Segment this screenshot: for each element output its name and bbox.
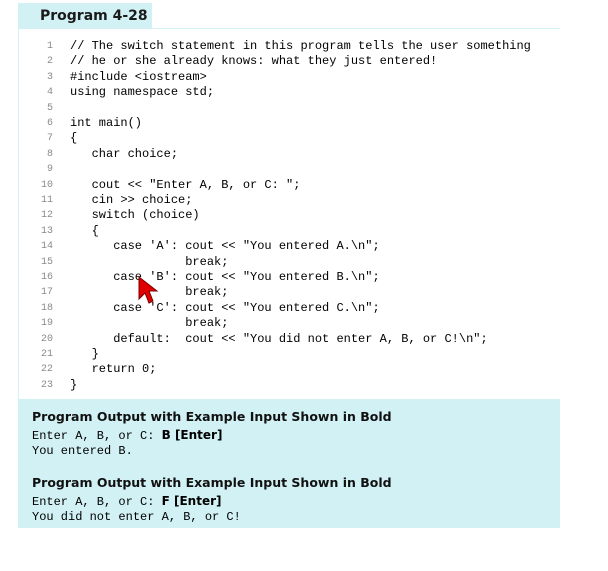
output-input-1: B [Enter] — [161, 428, 223, 442]
line-number: 10 — [40, 179, 53, 191]
line-number: 12 — [40, 210, 53, 222]
code-text: break; — [70, 316, 229, 331]
line-number: 6 — [46, 118, 53, 129]
output-prompt-line-1: Enter A, B, or C: B [Enter] — [32, 428, 222, 443]
output-heading-1: Program Output with Example Input Shown … — [32, 409, 392, 424]
code-text: case 'C': cout << "You entered C.\n"; — [70, 300, 380, 315]
line-number: 19 — [40, 318, 53, 330]
output-panel: Program Output with Example Input Shown … — [18, 399, 560, 528]
code-text: } — [70, 347, 99, 361]
line-number: 16 — [40, 272, 53, 283]
output-prompt-1: Enter A, B, or C: — [32, 429, 162, 443]
code-text: // he or she already knows: what they ju… — [70, 54, 438, 69]
code-text: { — [70, 131, 78, 146]
line-number: 15 — [40, 256, 53, 268]
code-text: default: cout << "You did not enter A, B… — [70, 331, 488, 346]
line-number: 8 — [46, 148, 53, 160]
code-text: } — [70, 377, 78, 392]
code-text: break; — [70, 254, 229, 269]
mouse-pointer-icon — [138, 275, 159, 304]
line-number: 23 — [40, 379, 53, 391]
line-number: 20 — [40, 333, 53, 345]
line-number: 22 — [40, 364, 53, 376]
code-text: case 'A': cout << "You entered A.\n"; — [70, 239, 380, 254]
output-result-2: You did not enter A, B, or C! — [32, 510, 241, 524]
program-title: Program 4-28 — [18, 3, 152, 29]
line-number: 3 — [46, 71, 53, 83]
line-number: 13 — [40, 225, 53, 237]
code-text: #include <iostream> — [70, 69, 207, 84]
line-number: 1 — [46, 41, 53, 52]
output-prompt-line-2: Enter A, B, or C: F [Enter] — [32, 494, 222, 509]
output-heading-2: Program Output with Example Input Shown … — [32, 475, 392, 490]
code-listing: 1 // The switch statement in this program… — [18, 29, 561, 399]
line-number: 5 — [46, 102, 53, 114]
code-text: return 0; — [70, 362, 157, 377]
code-text: cout << "Enter A, B, or C: "; — [70, 177, 301, 192]
line-number: 17 — [40, 287, 53, 299]
line-number: 4 — [46, 87, 53, 99]
output-input-2: F [Enter] — [161, 494, 222, 508]
line-number: 21 — [40, 349, 53, 360]
output-result-1: You entered B. — [32, 444, 133, 458]
line-number: 7 — [46, 133, 53, 145]
output-prompt-2: Enter A, B, or C: — [32, 495, 162, 509]
code-text: // The switch statement in this program … — [70, 39, 531, 53]
line-number: 2 — [46, 56, 53, 68]
line-number: 18 — [40, 302, 53, 314]
line-number: 14 — [40, 241, 53, 253]
code-text: using namespace std; — [70, 85, 215, 100]
code-text: { — [70, 223, 99, 238]
line-number: 11 — [40, 195, 53, 206]
code-text: case 'B': cout << "You entered B.\n"; — [70, 270, 380, 284]
code-text: switch (choice) — [70, 208, 200, 223]
code-text: cin >> choice; — [70, 193, 193, 207]
line-number: 9 — [46, 164, 53, 176]
code-text: int main() — [70, 116, 143, 130]
code-text: char choice; — [70, 146, 179, 161]
